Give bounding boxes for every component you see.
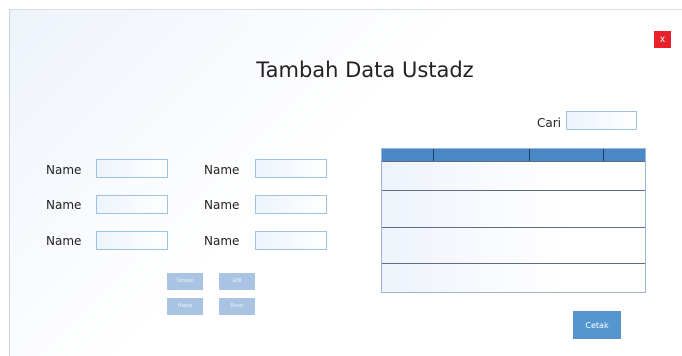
table-row[interactable] (382, 263, 645, 292)
cetak-button[interactable]: Cetak (573, 311, 621, 339)
search-input[interactable] (566, 111, 637, 130)
name-field-right-1[interactable] (255, 159, 327, 178)
name-field-left-3[interactable] (96, 231, 168, 250)
hapus-button[interactable]: Hapus (167, 298, 203, 315)
field-label-right-1: Name (204, 163, 240, 177)
field-label-right-3: Name (204, 234, 240, 248)
grid-column-header[interactable] (530, 149, 604, 161)
name-field-left-1[interactable] (96, 159, 168, 178)
field-label-left-2: Name (46, 198, 82, 212)
table-row[interactable] (382, 161, 645, 190)
grid-header (382, 149, 645, 161)
field-label-left-3: Name (46, 234, 82, 248)
reset-button[interactable]: Reset (219, 298, 255, 315)
grid-column-header[interactable] (604, 149, 645, 161)
search-label: Cari (537, 116, 561, 130)
field-label-left-1: Name (46, 163, 82, 177)
field-label-right-2: Name (204, 198, 240, 212)
name-field-right-2[interactable] (255, 195, 327, 214)
name-field-left-2[interactable] (96, 195, 168, 214)
data-grid[interactable] (381, 148, 646, 293)
close-icon: x (660, 34, 665, 45)
simpan-button[interactable]: Simpan (167, 273, 203, 290)
grid-column-header[interactable] (434, 149, 530, 161)
close-button[interactable]: x (654, 31, 671, 48)
edit-button[interactable]: Edit (219, 273, 255, 290)
name-field-right-3[interactable] (255, 231, 327, 250)
table-row[interactable] (382, 190, 645, 227)
table-row[interactable] (382, 227, 645, 263)
page-title: Tambah Data Ustadz (256, 58, 474, 82)
grid-column-header[interactable] (382, 149, 434, 161)
